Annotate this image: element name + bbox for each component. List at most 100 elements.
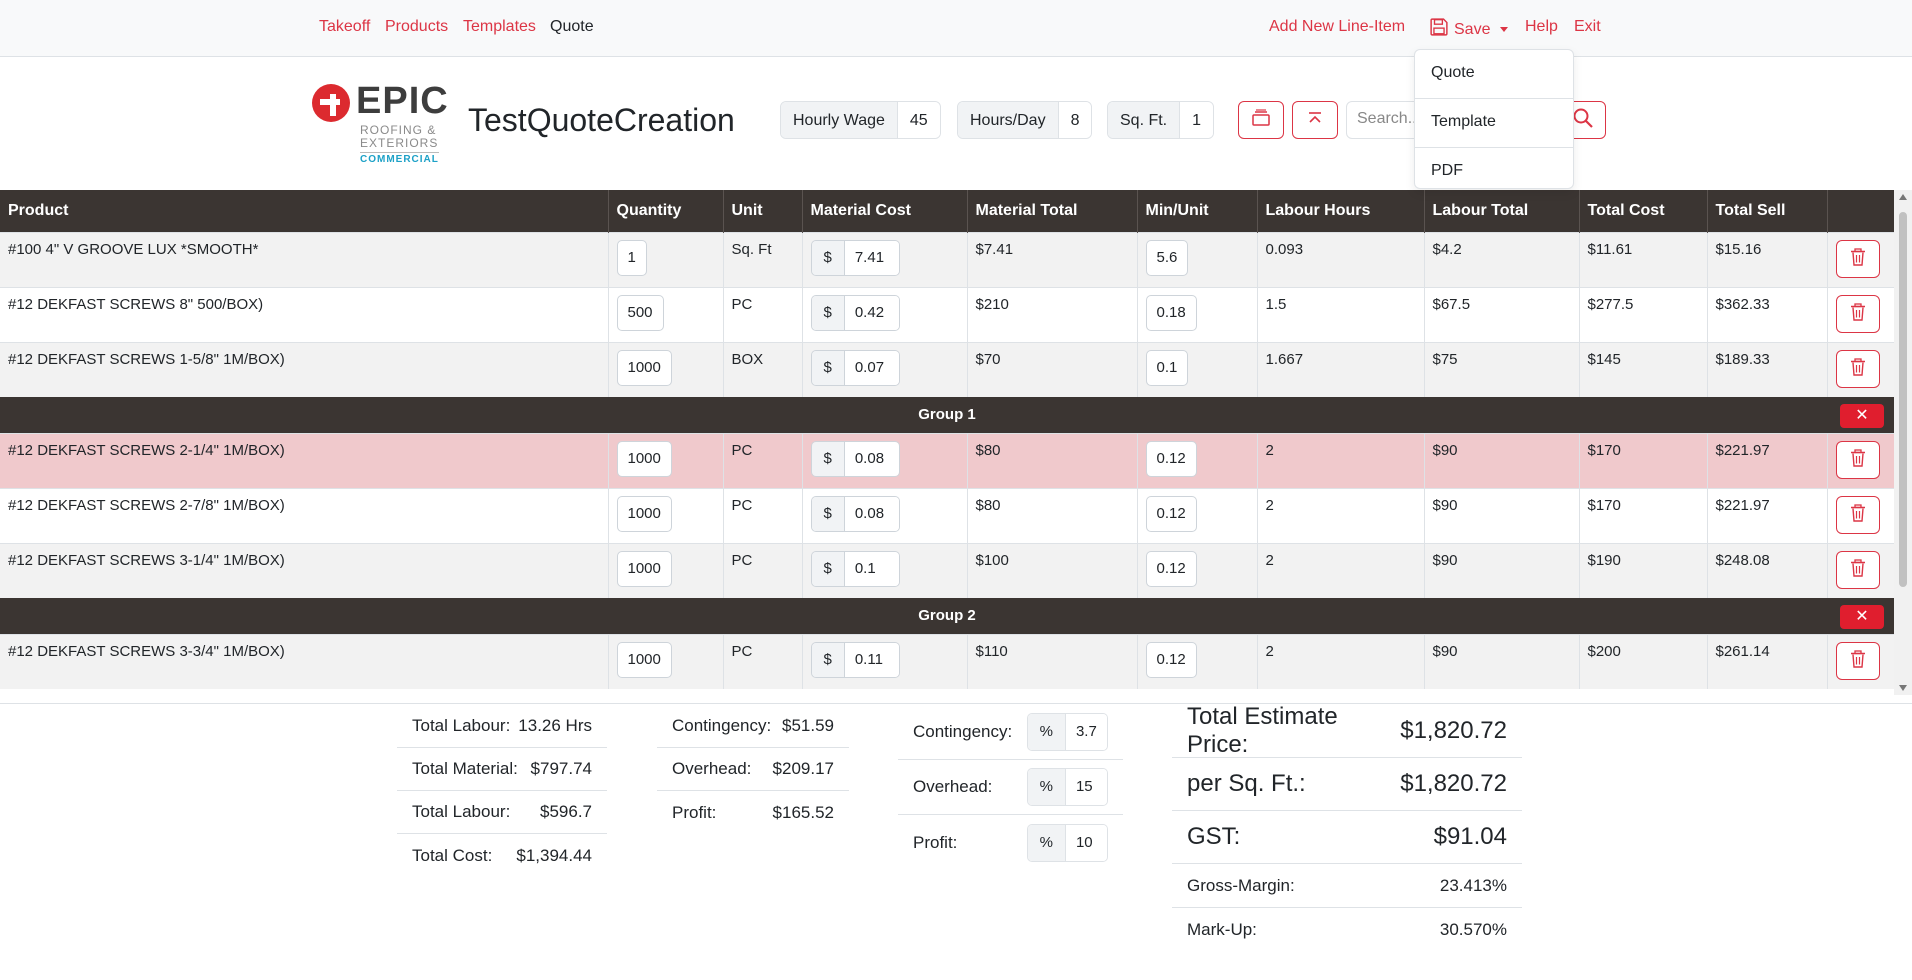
material-cost-input[interactable]: 0.42 xyxy=(844,295,899,330)
sqft-label: Sq. Ft. xyxy=(1108,102,1181,138)
product-cell: #12 DEKFAST SCREWS 1-5/8" 1M/BOX) xyxy=(0,341,609,397)
quantity-input[interactable]: 1000 xyxy=(616,440,672,477)
material-cost-input-group: $7.41 xyxy=(810,239,900,276)
summary-row: Total Labour: 13.26 Hrs xyxy=(397,705,607,748)
nav-exit[interactable]: Exit xyxy=(1574,18,1601,36)
quantity-input[interactable]: 1 xyxy=(616,239,647,276)
hours-day-input[interactable]: 8 xyxy=(1058,102,1092,138)
min-unit-input[interactable]: 5.6 xyxy=(1145,239,1189,276)
col-labour-hours: Labour Hours xyxy=(1257,190,1425,232)
material-cost-input[interactable]: 0.1 xyxy=(844,551,899,586)
min-unit-input[interactable]: 0.1 xyxy=(1145,349,1189,386)
quote-table-container: Product Quantity Unit Material Cost Mate… xyxy=(0,190,1912,695)
total-sell-cell: $15.16 xyxy=(1707,231,1828,287)
material-cost-input[interactable]: 0.11 xyxy=(844,642,899,677)
markup-value: 30.570% xyxy=(1439,920,1507,939)
save-as-quote[interactable]: Quote xyxy=(1415,50,1573,99)
gross-margin-row: Gross-Margin: 23.413% xyxy=(1172,864,1522,908)
min-unit-input[interactable]: 0.12 xyxy=(1145,440,1197,477)
remove-group-button[interactable]: ✕ xyxy=(1840,404,1884,428)
contingency-input-group: % 3.7 xyxy=(1026,713,1108,751)
save-as-template[interactable]: Template xyxy=(1415,99,1573,148)
summary-label: Total Labour: xyxy=(412,716,511,735)
table-row: #100 4" V GROOVE LUX *SMOOTH* 1 Sq. Ft $… xyxy=(0,231,1895,287)
chevron-up-bar-icon xyxy=(1305,109,1325,132)
delete-row-button[interactable] xyxy=(1835,641,1880,680)
save-dropdown-toggle[interactable]: Save xyxy=(1430,18,1509,41)
table-scrollbar[interactable] xyxy=(1894,190,1912,695)
hourly-wage-input[interactable]: 45 xyxy=(897,102,940,138)
add-line-item-link[interactable]: Add New Line-Item xyxy=(1269,18,1405,36)
min-unit-input[interactable]: 0.12 xyxy=(1145,550,1197,587)
labour-hours-cell: 1.667 xyxy=(1257,341,1425,397)
material-cost-input[interactable]: 0.08 xyxy=(844,441,899,476)
gst-row: GST: $91.04 xyxy=(1172,811,1522,864)
col-product: Product xyxy=(0,190,609,232)
summary-label: Overhead: xyxy=(672,759,752,778)
total-cost-cell: $200 xyxy=(1579,633,1708,689)
delete-row-button[interactable] xyxy=(1835,495,1880,534)
logo-subtext: ROOFING & EXTERIORS xyxy=(360,123,439,150)
contingency-input[interactable]: 3.7 xyxy=(1065,714,1107,750)
material-cost-input[interactable]: 0.08 xyxy=(844,496,899,531)
contingency-label: Contingency: xyxy=(913,722,1013,741)
labour-total-cell: $67.5 xyxy=(1424,286,1580,342)
quantity-input[interactable]: 500 xyxy=(616,294,664,331)
delete-row-button[interactable] xyxy=(1835,239,1880,278)
total-sell-cell: $362.33 xyxy=(1707,286,1828,342)
summary-label: Profit: xyxy=(672,802,717,822)
delete-row-button[interactable] xyxy=(1835,550,1880,589)
summary-label: Total Labour: xyxy=(412,802,511,821)
save-as-pdf[interactable]: PDF xyxy=(1415,148,1573,188)
per-sqft-value: $1,820.72 xyxy=(1400,770,1507,797)
total-cost-cell: $190 xyxy=(1579,542,1708,598)
section-divider xyxy=(0,703,1912,704)
quantity-input[interactable]: 1000 xyxy=(616,495,672,532)
scroll-top-button[interactable] xyxy=(1292,101,1338,139)
quantity-input[interactable]: 1000 xyxy=(616,641,672,678)
delete-row-button[interactable] xyxy=(1835,294,1880,333)
remove-group-button[interactable]: ✕ xyxy=(1840,605,1884,629)
overhead-input[interactable]: 15 xyxy=(1065,769,1107,805)
delete-row-button[interactable] xyxy=(1835,349,1880,388)
quantity-input[interactable]: 1000 xyxy=(616,349,672,386)
quantity-input[interactable]: 1000 xyxy=(616,550,672,587)
nav-takeoff[interactable]: Takeoff xyxy=(319,18,370,36)
sqft-input[interactable]: 1 xyxy=(1180,102,1214,138)
scroll-down-arrow-icon[interactable] xyxy=(1899,685,1907,691)
estimate-summary: Total Estimate Price: $1,820.72 per Sq. … xyxy=(1172,703,1522,952)
delete-row-button[interactable] xyxy=(1835,440,1880,479)
scroll-up-arrow-icon[interactable] xyxy=(1899,194,1907,200)
total-estimate-label: Total Estimate Price: xyxy=(1187,703,1338,758)
col-min-unit: Min/Unit xyxy=(1137,190,1258,232)
profit-input[interactable]: 10 xyxy=(1065,824,1107,861)
nav-products[interactable]: Products xyxy=(385,18,448,36)
currency-addon: $ xyxy=(811,642,845,677)
collapse-groups-button[interactable] xyxy=(1238,101,1284,139)
trash-icon xyxy=(1850,357,1866,380)
hourly-wage-label: Hourly Wage xyxy=(781,102,898,138)
unit-cell: BOX xyxy=(723,341,803,397)
nav-help[interactable]: Help xyxy=(1525,18,1558,36)
table-row: #12 DEKFAST SCREWS 8" 500/BOX) 500 PC $0… xyxy=(0,286,1895,342)
summary-label: Contingency: xyxy=(672,716,772,735)
summary-value: $596.7 xyxy=(540,802,592,821)
currency-addon: $ xyxy=(811,551,845,586)
sqft-group: Sq. Ft. 1 xyxy=(1107,101,1215,139)
top-navbar: Takeoff Products Templates Quote Add New… xyxy=(0,0,1912,57)
nav-templates[interactable]: Templates xyxy=(463,18,536,36)
total-cost-cell: $145 xyxy=(1579,341,1708,397)
gross-margin-value: 23.413% xyxy=(1439,875,1507,895)
scrollbar-thumb[interactable] xyxy=(1899,212,1907,587)
min-unit-input[interactable]: 0.12 xyxy=(1145,641,1197,678)
summary-label: Total Material: xyxy=(412,759,518,778)
markup-amounts-summary: Contingency: $51.59 Overhead: $209.17 Prof… xyxy=(657,705,849,834)
nav-quote[interactable]: Quote xyxy=(550,18,594,36)
material-cost-input[interactable]: 7.41 xyxy=(844,240,899,275)
min-unit-input[interactable]: 0.18 xyxy=(1145,294,1197,331)
min-unit-input[interactable]: 0.12 xyxy=(1145,495,1197,532)
currency-addon: $ xyxy=(811,350,845,385)
material-cost-input[interactable]: 0.07 xyxy=(844,350,899,385)
trash-icon xyxy=(1850,503,1866,526)
gst-value: $91.04 xyxy=(1433,823,1507,850)
